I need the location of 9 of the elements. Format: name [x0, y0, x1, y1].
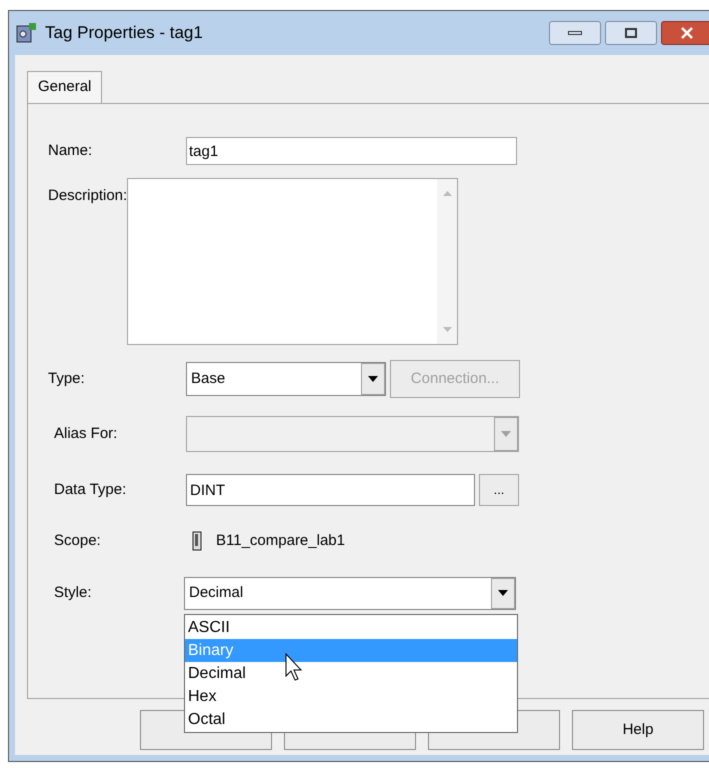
field-label: Type:	[48, 368, 86, 389]
field-label: Alias For:	[54, 424, 118, 444]
scope-value: B11_compare_lab1	[216, 531, 345, 551]
field-label: Name:	[48, 140, 94, 161]
field-label: Description:	[48, 187, 128, 204]
field-label: Scope:	[54, 531, 102, 551]
window-title: Tag Properties - tag1	[45, 22, 203, 44]
field-label: Data Type:	[54, 480, 128, 500]
field-label: Style:	[54, 582, 93, 603]
